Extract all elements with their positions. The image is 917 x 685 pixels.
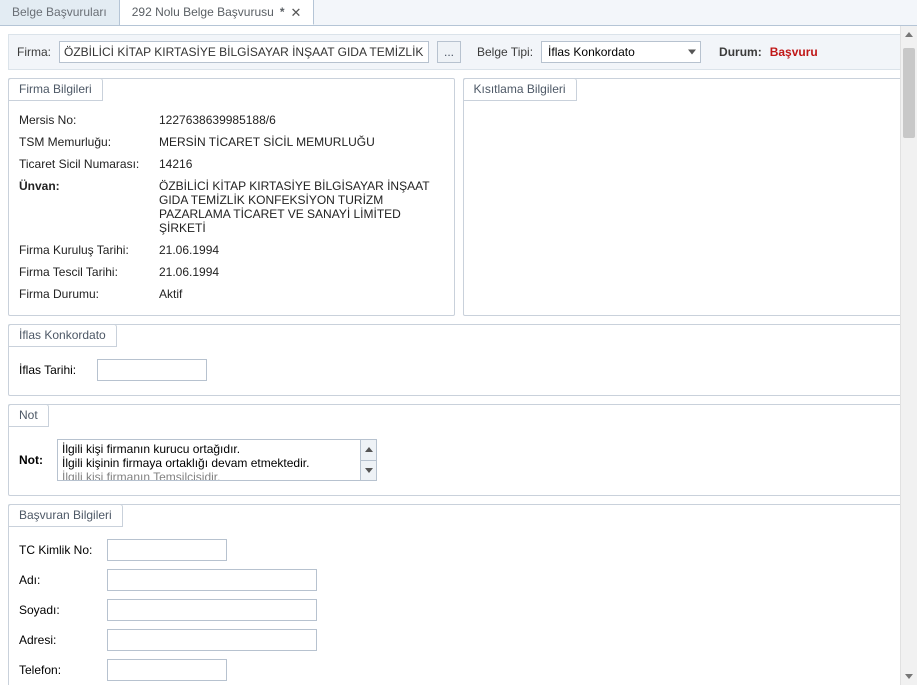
firma-lookup-button[interactable]: ... — [437, 41, 461, 63]
adresi-label: Adresi: — [19, 633, 99, 647]
not-label: Not: — [19, 453, 49, 467]
not-spinner — [360, 440, 376, 480]
chevron-up-icon — [905, 32, 913, 37]
iflas-konkordato-section: İflas Konkordato İflas Tarihi: — [8, 324, 909, 396]
ellipsis-icon: ... — [444, 45, 454, 59]
scroll-up-button[interactable] — [901, 26, 917, 43]
tab-bar: Belge Başvuruları 292 Nolu Belge Başvuru… — [0, 0, 917, 26]
top-form-bar: Firma: ... Belge Tipi: İflas Konkordato … — [8, 34, 909, 70]
basvuran-bilgileri-section: Başvuran Bilgileri TC Kimlik No: Adı: So… — [8, 504, 909, 685]
belge-tipi-select[interactable]: İflas Konkordato — [541, 41, 701, 63]
not-line-2: İlgili kişinin firmaya ortaklığı devam e… — [62, 456, 358, 470]
vertical-scrollbar[interactable] — [900, 26, 917, 685]
chevron-down-icon — [905, 674, 913, 679]
basvuran-section-title: Başvuran Bilgileri — [8, 504, 123, 527]
mersis-no-label: Mersis No: — [19, 113, 159, 127]
tescil-value: 21.06.1994 — [159, 265, 444, 279]
content-area: Firma: ... Belge Tipi: İflas Konkordato … — [0, 26, 917, 685]
mersis-no-value: 1227638639985188/6 — [159, 113, 444, 127]
not-line-3: İlgili kişi firmanın Temsilcisidir. — [62, 470, 358, 481]
tab-label: 292 Nolu Belge Başvurusu — [132, 0, 274, 25]
tab-close-icon[interactable]: ✕ — [290, 6, 301, 19]
not-line-1: İlgili kişi firmanın kurucu ortağıdır. — [62, 442, 358, 456]
telefon-label: Telefon: — [19, 663, 99, 677]
firma-label: Firma: — [17, 45, 51, 59]
tc-kimlik-label: TC Kimlik No: — [19, 543, 99, 557]
not-spin-up-button[interactable] — [360, 440, 376, 461]
chevron-down-icon — [688, 50, 696, 55]
not-section: Not Not: İlgili kişi firmanın kurucu ort… — [8, 404, 909, 496]
ts-no-label: Ticaret Sicil Numarası: — [19, 157, 159, 171]
tab-belge-basvurulari[interactable]: Belge Başvuruları — [0, 0, 120, 25]
ts-no-value: 14216 — [159, 157, 444, 171]
unvan-label: Ünvan: — [19, 179, 159, 235]
tescil-label: Firma Tescil Tarihi: — [19, 265, 159, 279]
two-column-row: Firma Bilgileri Mersis No:12276386399851… — [8, 78, 909, 316]
soyadi-input[interactable] — [107, 599, 317, 621]
kisitlama-bilgileri-group: Kısıtlama Bilgileri — [463, 78, 910, 316]
belge-tipi-label: Belge Tipi: — [477, 45, 533, 59]
firma-durum-label: Firma Durumu: — [19, 287, 159, 301]
durum-value: Başvuru — [770, 45, 818, 59]
iflas-section-title: İflas Konkordato — [8, 324, 117, 347]
firma-durum-value: Aktif — [159, 287, 444, 301]
not-multiselect[interactable]: İlgili kişi firmanın kurucu ortağıdır. İ… — [57, 439, 377, 481]
firma-group-title: Firma Bilgileri — [8, 78, 103, 101]
chevron-down-icon — [365, 468, 373, 473]
not-section-title: Not — [8, 404, 49, 427]
tsm-label: TSM Memurluğu: — [19, 135, 159, 149]
kisitlama-group-title: Kısıtlama Bilgileri — [463, 78, 577, 101]
soyadi-label: Soyadı: — [19, 603, 99, 617]
kurulus-label: Firma Kuruluş Tarihi: — [19, 243, 159, 257]
iflas-tarihi-label: İflas Tarihi: — [19, 363, 89, 377]
durum-label: Durum: — [719, 45, 762, 59]
tab-292-nolu-belge[interactable]: 292 Nolu Belge Başvurusu * ✕ — [120, 0, 315, 25]
firma-input[interactable] — [59, 41, 429, 63]
not-spin-down-button[interactable] — [360, 461, 376, 481]
adi-input[interactable] — [107, 569, 317, 591]
kurulus-value: 21.06.1994 — [159, 243, 444, 257]
scroll-down-button[interactable] — [901, 668, 917, 685]
belge-tipi-value: İflas Konkordato — [548, 45, 635, 59]
unvan-value: ÖZBİLİCİ KİTAP KIRTASİYE BİLGİSAYAR İNŞA… — [159, 179, 444, 235]
iflas-tarihi-input[interactable] — [97, 359, 207, 381]
tab-dirty-marker: * — [280, 0, 285, 25]
tsm-value: MERSİN TİCARET SİCİL MEMURLUĞU — [159, 135, 444, 149]
telefon-input[interactable] — [107, 659, 227, 681]
adi-label: Adı: — [19, 573, 99, 587]
firma-bilgileri-group: Firma Bilgileri Mersis No:12276386399851… — [8, 78, 455, 316]
tab-label: Belge Başvuruları — [12, 0, 107, 25]
tc-kimlik-input[interactable] — [107, 539, 227, 561]
scroll-thumb[interactable] — [903, 48, 915, 138]
chevron-up-icon — [365, 447, 373, 452]
adresi-input[interactable] — [107, 629, 317, 651]
